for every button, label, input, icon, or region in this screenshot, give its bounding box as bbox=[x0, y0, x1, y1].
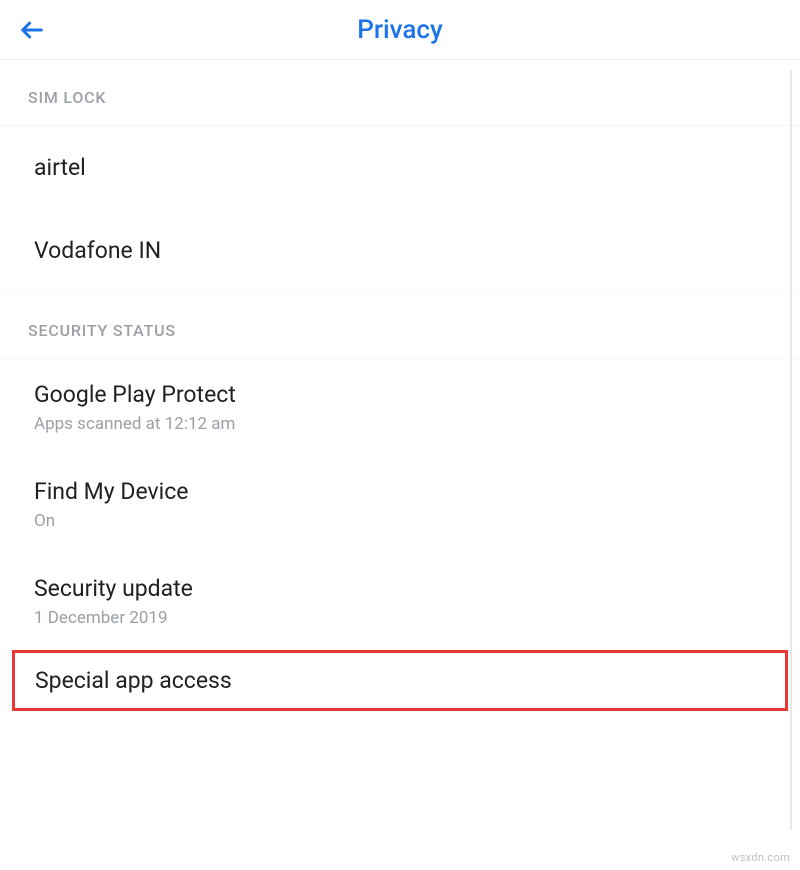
header-bar: Privacy bbox=[0, 0, 800, 60]
security-item-play-protect[interactable]: Google Play Protect Apps scanned at 12:1… bbox=[0, 359, 800, 456]
page-title: Privacy bbox=[0, 15, 800, 45]
back-button[interactable] bbox=[12, 10, 52, 50]
list-item-title: Find My Device bbox=[34, 478, 772, 505]
security-item-security-update[interactable]: Security update 1 December 2019 bbox=[0, 553, 800, 650]
sim-lock-item-vodafone[interactable]: Vodafone IN bbox=[0, 209, 800, 292]
security-item-special-app-access[interactable]: Special app access bbox=[12, 650, 788, 711]
list-item-title: Security update bbox=[34, 575, 772, 602]
list-item-subtitle: Apps scanned at 12:12 am bbox=[34, 414, 772, 434]
list-item-title: Special app access bbox=[35, 667, 765, 694]
list-item-subtitle: On bbox=[34, 511, 772, 531]
list-item-title: airtel bbox=[34, 154, 772, 181]
section-header-security-status: SECURITY STATUS bbox=[0, 292, 800, 359]
arrow-back-icon bbox=[18, 16, 46, 44]
section-header-sim-lock: SIM LOCK bbox=[0, 60, 800, 126]
security-item-find-my-device[interactable]: Find My Device On bbox=[0, 456, 800, 553]
list-item-title: Google Play Protect bbox=[34, 381, 772, 408]
scrollbar-track bbox=[790, 70, 792, 830]
settings-list: SIM LOCK airtel Vodafone IN SECURITY STA… bbox=[0, 60, 800, 711]
list-item-subtitle: 1 December 2019 bbox=[34, 608, 772, 628]
list-item-title: Vodafone IN bbox=[34, 237, 772, 264]
sim-lock-item-airtel[interactable]: airtel bbox=[0, 126, 800, 209]
watermark-text: wsxdn.com bbox=[731, 851, 790, 864]
